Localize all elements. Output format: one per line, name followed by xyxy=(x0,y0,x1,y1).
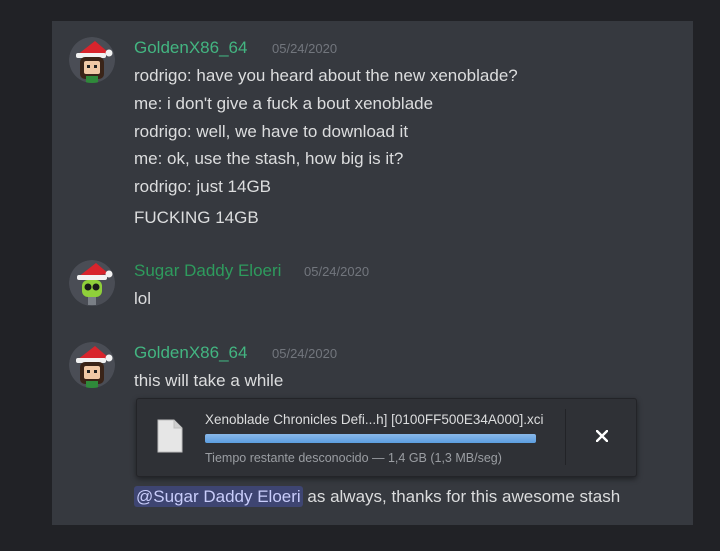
close-button[interactable] xyxy=(591,425,613,447)
avatar-goldenx86[interactable] xyxy=(69,342,115,388)
username-sugar-daddy-eloeri[interactable]: Sugar Daddy Eloeri xyxy=(134,261,281,281)
mention-text: as always, thanks for this awesome stash xyxy=(302,487,621,506)
chat-pane: GoldenX86_64 05/24/2020 rodrigo: have yo… xyxy=(52,21,693,525)
timestamp-1: 05/24/2020 xyxy=(272,41,338,56)
message-line: rodrigo: just 14GB xyxy=(134,177,272,196)
message-line: me: ok, use the stash, how big is it? xyxy=(134,149,404,168)
message-line: lol xyxy=(134,289,152,308)
timestamp-3: 05/24/2020 xyxy=(272,346,338,361)
avatar-goldenx86[interactable] xyxy=(69,37,115,83)
message-line: me: i don't give a fuck a bout xenoblade xyxy=(134,94,434,113)
download-filename[interactable]: Xenoblade Chronicles Defi...h] [0100FF50… xyxy=(205,412,543,427)
download-notification[interactable]: Xenoblade Chronicles Defi...h] [0100FF50… xyxy=(136,398,637,477)
divider xyxy=(565,409,566,465)
close-icon xyxy=(596,430,608,442)
username-goldenx86-1[interactable]: GoldenX86_64 xyxy=(134,38,247,58)
mention-message: @Sugar Daddy Eloeri as always, thanks fo… xyxy=(134,486,621,507)
message-line: rodrigo: have you heard about the new xe… xyxy=(134,66,518,85)
download-status: Tiempo restante desconocido — 1,4 GB (1,… xyxy=(205,451,502,465)
timestamp-2: 05/24/2020 xyxy=(304,264,370,279)
username-goldenx86-2[interactable]: GoldenX86_64 xyxy=(134,343,247,363)
message-line: this will take a while xyxy=(134,371,284,390)
download-progress-bar xyxy=(205,434,536,443)
message-line: rodrigo: well, we have to download it xyxy=(134,122,409,141)
avatar-sugar-daddy-eloeri[interactable] xyxy=(69,260,115,306)
download-progress-fill xyxy=(205,434,536,443)
file-icon xyxy=(157,419,183,458)
message-line: FUCKING 14GB xyxy=(134,208,259,227)
user-mention[interactable]: @Sugar Daddy Eloeri xyxy=(134,486,303,507)
